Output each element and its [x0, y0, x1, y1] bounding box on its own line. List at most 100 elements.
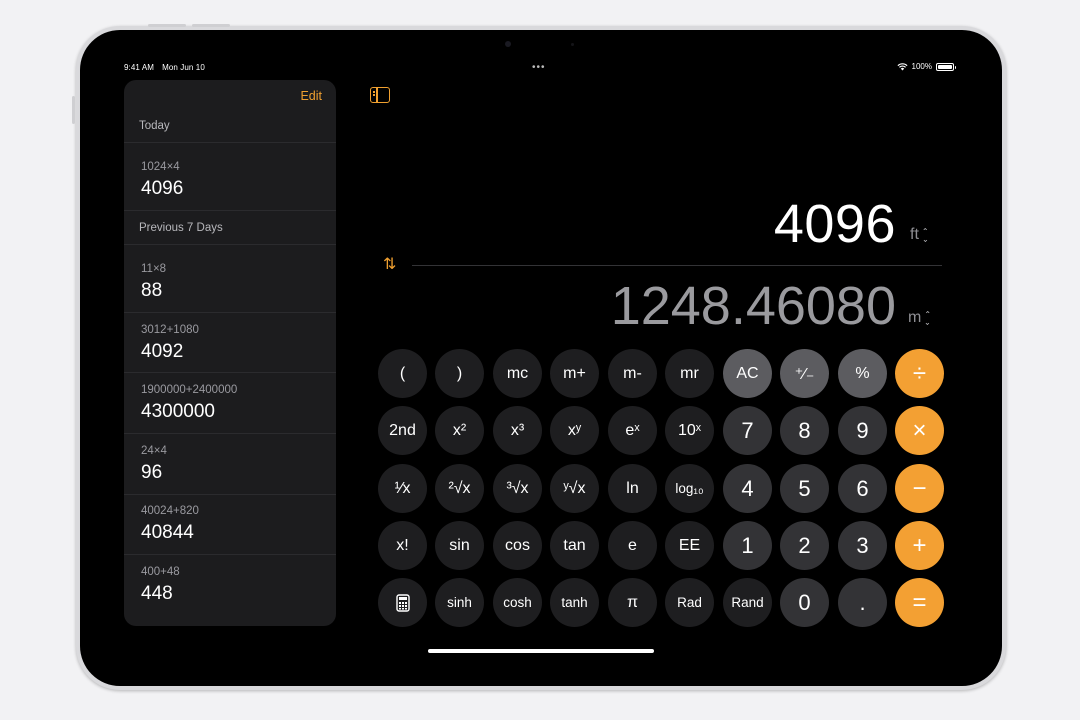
swap-units-icon[interactable]: ⇅: [383, 256, 396, 274]
key-label: 3: [856, 532, 869, 558]
history-item[interactable]: 400+48 448: [141, 565, 321, 605]
close-paren-button[interactable]: ): [435, 349, 484, 398]
key-10-button[interactable]: 10ˣ: [665, 406, 714, 455]
key-label: ln: [626, 479, 639, 497]
key-AC-button[interactable]: AC: [723, 349, 772, 398]
key-8-button[interactable]: 8: [780, 406, 829, 455]
key-ln-button[interactable]: ln: [608, 464, 657, 513]
key-Rad-button[interactable]: Rad: [665, 578, 714, 627]
history-item[interactable]: 40024+820 40844: [141, 504, 321, 544]
key-sinh-button[interactable]: sinh: [435, 578, 484, 627]
calculator-mode-button[interactable]: [378, 578, 427, 627]
key-label: Rand: [731, 595, 764, 610]
key-label: %: [855, 364, 870, 382]
key-mc-button[interactable]: mc: [493, 349, 542, 398]
key-e-button[interactable]: eˣ: [608, 406, 657, 455]
section-header-today: Today: [139, 120, 170, 132]
battery-percent: 100%: [911, 62, 932, 71]
divider: [124, 433, 336, 434]
history-result: 4092: [141, 341, 184, 362]
key-2-button[interactable]: 2: [780, 521, 829, 570]
add-button[interactable]: +: [895, 521, 944, 570]
equals-button[interactable]: =: [895, 578, 944, 627]
wifi-icon: [897, 62, 908, 70]
plus-minus-button[interactable]: ⁺∕₋: [780, 349, 829, 398]
sidebar-toggle-icon[interactable]: [370, 87, 390, 103]
primary-unit-label: ft: [910, 226, 919, 243]
key-mr-button[interactable]: mr: [665, 349, 714, 398]
key-label: m+: [563, 364, 586, 382]
key-label: (: [399, 364, 406, 382]
key-x-button[interactable]: ʸ√x: [550, 464, 599, 513]
chevron-updown-icon: ⌃ ⌃: [921, 227, 929, 244]
key-x-button[interactable]: xʸ: [550, 406, 599, 455]
key-4-button[interactable]: 4: [723, 464, 772, 513]
key-label: ²√x: [448, 479, 471, 497]
open-paren-button[interactable]: (: [378, 349, 427, 398]
divide-button[interactable]: ÷: [895, 349, 944, 398]
history-item[interactable]: 1900000+2400000 4300000: [141, 383, 321, 423]
key-x-button[interactable]: x!: [378, 521, 427, 570]
primary-unit-selector[interactable]: ft ⌃ ⌃: [910, 226, 929, 244]
key-label: x!: [396, 536, 409, 554]
key-3-button[interactable]: 3: [838, 521, 887, 570]
key-9-button[interactable]: 9: [838, 406, 887, 455]
subtract-button[interactable]: −: [895, 464, 944, 513]
key-tanh-button[interactable]: tanh: [550, 578, 599, 627]
key-label: 5: [798, 475, 811, 501]
key-label: m-: [623, 364, 642, 382]
key-m-button[interactable]: m+: [550, 349, 599, 398]
key-m-button[interactable]: m-: [608, 349, 657, 398]
key-6-button[interactable]: 6: [838, 464, 887, 513]
percent-button[interactable]: %: [838, 349, 887, 398]
home-indicator[interactable]: [428, 649, 654, 653]
edit-button[interactable]: Edit: [300, 89, 322, 103]
history-item[interactable]: 1024×4 4096: [141, 160, 321, 200]
key-label: tanh: [561, 595, 588, 610]
history-expression: 400+48: [141, 566, 180, 578]
divider: [124, 372, 336, 373]
key-cos-button[interactable]: cos: [493, 521, 542, 570]
history-item[interactable]: 3012+1080 4092: [141, 323, 321, 363]
key-label: tan: [563, 536, 586, 554]
key-x-button[interactable]: ²√x: [435, 464, 484, 513]
key-x-button[interactable]: x³: [493, 406, 542, 455]
key-label: 2nd: [389, 421, 416, 439]
key-5-button[interactable]: 5: [780, 464, 829, 513]
key-Rand-button[interactable]: Rand: [723, 578, 772, 627]
history-expression: 1024×4: [141, 161, 180, 173]
divider: [124, 554, 336, 555]
key-x-button[interactable]: ³√x: [493, 464, 542, 513]
key-tan-button[interactable]: tan: [550, 521, 599, 570]
key-label: x²: [452, 421, 467, 439]
key-0-button[interactable]: 0: [780, 578, 829, 627]
key-2nd-button[interactable]: 2nd: [378, 406, 427, 455]
secondary-unit-selector[interactable]: m ⌃ ⌃: [908, 309, 931, 327]
key-1-button[interactable]: 1: [723, 521, 772, 570]
key-x-button[interactable]: x²: [435, 406, 484, 455]
key-label: 0: [798, 589, 811, 615]
decimal-button[interactable]: .: [838, 578, 887, 627]
multitasking-dots[interactable]: •••: [532, 62, 546, 73]
key-cosh-button[interactable]: cosh: [493, 578, 542, 627]
pi-button[interactable]: π: [608, 578, 657, 627]
key-label: .: [859, 589, 866, 615]
history-item[interactable]: 24×4 96: [141, 444, 321, 484]
key-label: 4: [741, 475, 754, 501]
key-7-button[interactable]: 7: [723, 406, 772, 455]
history-item[interactable]: 11×8 88: [141, 262, 321, 302]
camera: [505, 41, 511, 47]
key-label: =: [912, 588, 927, 616]
chevron-updown-icon: ⌃ ⌃: [924, 310, 932, 327]
key-label: ʸ√x: [563, 479, 586, 497]
key-log-button[interactable]: log₁₀: [665, 464, 714, 513]
key-label: EE: [678, 536, 701, 554]
key-e-button[interactable]: e: [608, 521, 657, 570]
divider: [124, 312, 336, 313]
key-x-button[interactable]: ¹∕x: [378, 464, 427, 513]
multiply-button[interactable]: ×: [895, 406, 944, 455]
key-label: cosh: [503, 595, 532, 610]
battery-icon: [936, 62, 956, 71]
key-EE-button[interactable]: EE: [665, 521, 714, 570]
key-sin-button[interactable]: sin: [435, 521, 484, 570]
